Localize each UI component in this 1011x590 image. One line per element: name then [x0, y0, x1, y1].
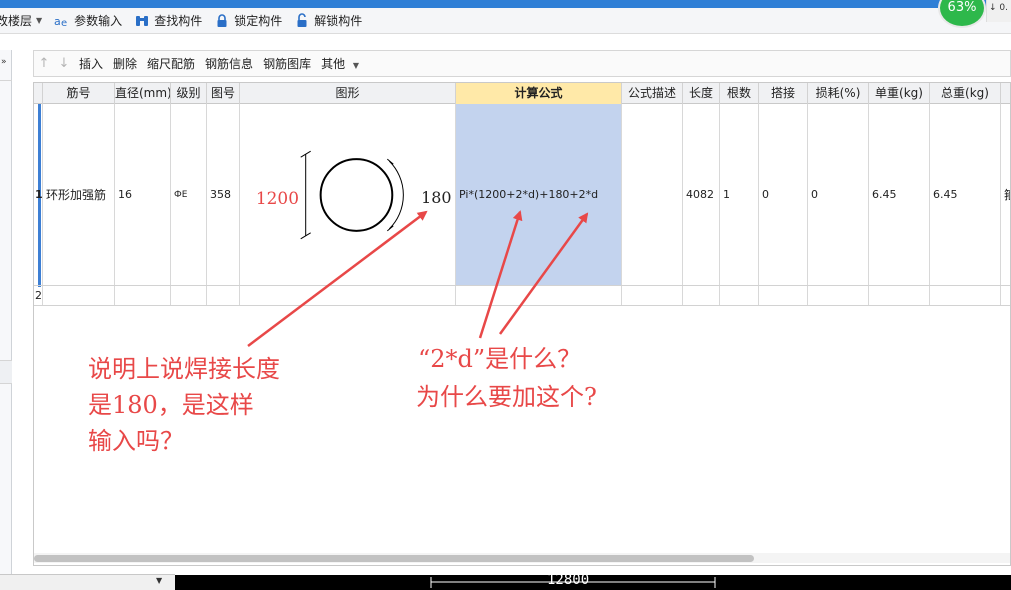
annotation-right-line1: “2*d”是什么？: [418, 345, 582, 373]
annotation-left-line2: 是180，是这样: [88, 391, 254, 419]
dimension-line: [430, 577, 716, 588]
annotation-arrows: [247, 210, 589, 347]
dimension-value: 12800: [547, 572, 590, 588]
annotation-left-line3: 输入吗？: [88, 427, 184, 455]
bottom-left-panel: ▼: [0, 574, 175, 590]
arrow-to-formula-first-2d: [478, 210, 523, 339]
annotation-right-line2: 为什么要加这个?: [416, 383, 597, 411]
chevron-down-icon[interactable]: ▼: [156, 576, 162, 585]
arrow-to-180: [247, 210, 428, 347]
annotation-left-line1: 说明上说焊接长度: [88, 355, 280, 383]
drawing-canvas-strip: 12800: [175, 572, 1011, 590]
